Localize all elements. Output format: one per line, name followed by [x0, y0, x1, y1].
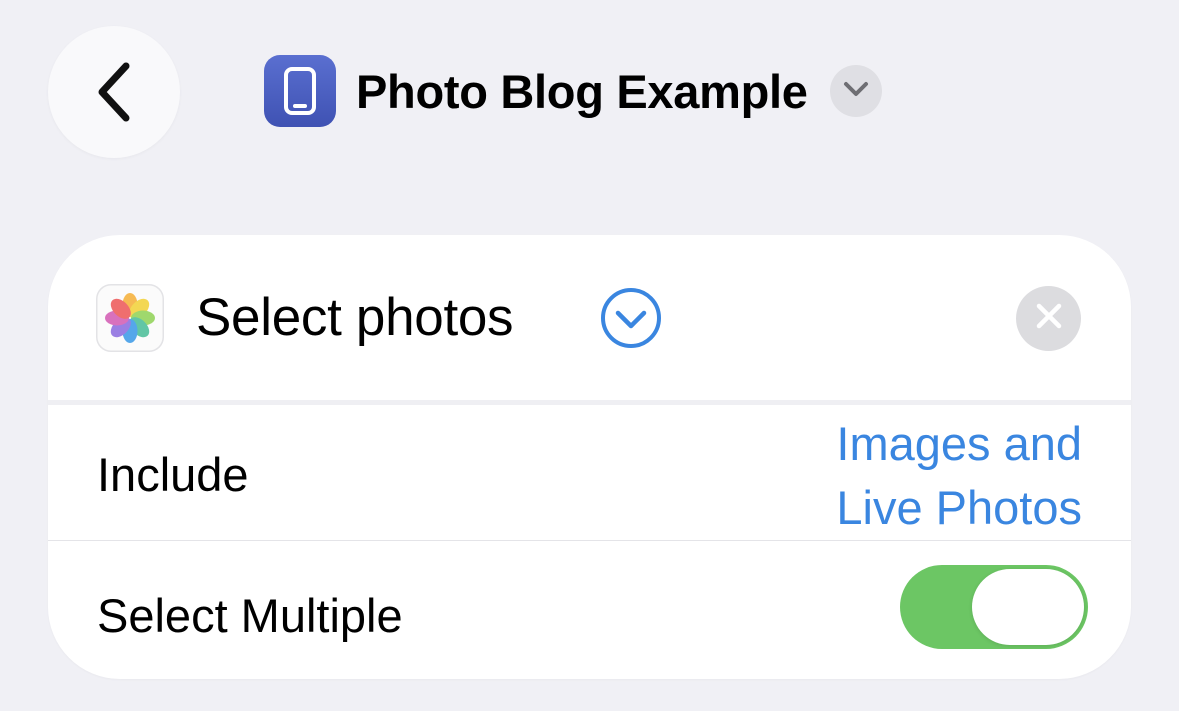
close-icon: [1035, 302, 1063, 335]
chevron-down-circle-icon[interactable]: [600, 287, 662, 349]
back-button[interactable]: [48, 26, 180, 158]
action-title: Select photos: [196, 288, 514, 347]
shortcut-title-group[interactable]: Photo Blog Example: [264, 55, 882, 127]
include-value[interactable]: Images and Live Photos: [782, 412, 1082, 540]
select-multiple-toggle[interactable]: [900, 565, 1088, 649]
select-photos-action-card: Select photos Include Images and Live Ph…: [48, 235, 1131, 679]
select-multiple-row: Select Multiple: [48, 541, 1131, 679]
chevron-left-icon: [94, 60, 134, 124]
toggle-knob: [972, 569, 1084, 645]
remove-action-button[interactable]: [1016, 286, 1081, 351]
shortcut-title: Photo Blog Example: [356, 64, 808, 118]
iphone-icon: [264, 55, 336, 127]
chevron-down-icon: [843, 81, 869, 102]
photos-app-icon: [96, 284, 164, 352]
include-row: Include Images and Live Photos: [48, 405, 1131, 540]
select-multiple-label: Select Multiple: [97, 589, 403, 642]
title-menu-button[interactable]: [829, 65, 882, 117]
action-header: Select photos: [48, 235, 1131, 400]
include-label: Include: [97, 448, 249, 501]
